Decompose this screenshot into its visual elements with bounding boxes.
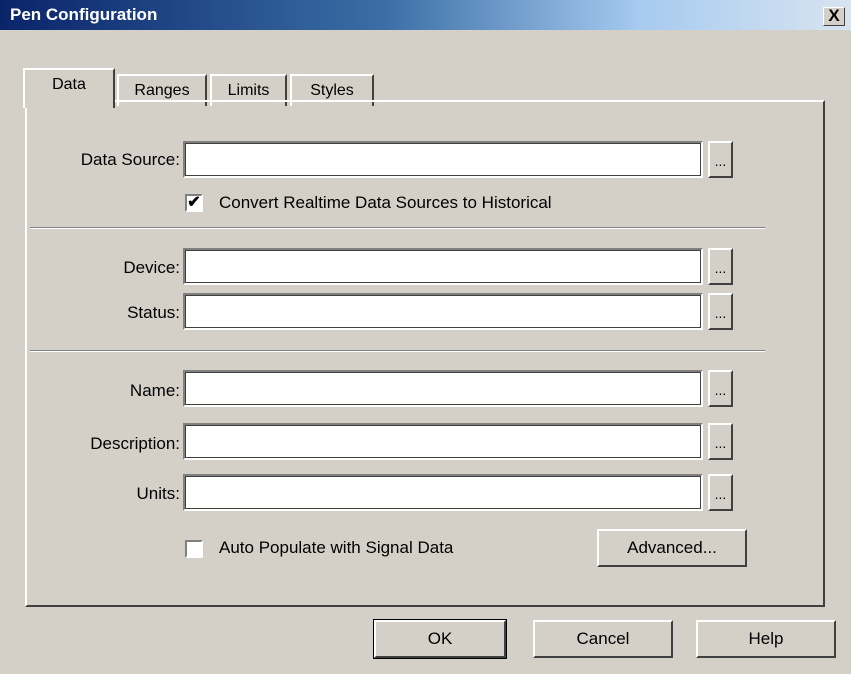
advanced-button[interactable]: Advanced... — [597, 529, 747, 567]
status-label: Status: — [127, 303, 180, 322]
data-source-field[interactable] — [183, 141, 703, 178]
units-field[interactable] — [183, 474, 703, 511]
name-browse-button[interactable]: ... — [708, 370, 733, 407]
auto-populate-label: Auto Populate with Signal Data — [219, 538, 454, 557]
device-field[interactable] — [183, 248, 703, 285]
convert-realtime-checkbox[interactable]: ✔ — [185, 194, 203, 212]
tab-data[interactable]: Data — [23, 68, 115, 108]
convert-realtime-label: Convert Realtime Data Sources to Histori… — [219, 193, 552, 212]
ok-button[interactable]: OK — [373, 619, 507, 659]
status-browse-button[interactable]: ... — [708, 293, 733, 330]
pen-configuration-dialog: Pen Configuration X Data Ranges Limits S… — [0, 0, 851, 674]
name-field[interactable] — [183, 370, 703, 407]
separator — [30, 227, 765, 229]
dialog-title: Pen Configuration — [10, 5, 158, 24]
tab-limits-label: Limits — [227, 82, 270, 99]
name-label: Name: — [129, 381, 180, 400]
close-button[interactable]: X — [823, 7, 845, 26]
cancel-button[interactable]: Cancel — [533, 620, 673, 658]
help-button[interactable]: Help — [696, 620, 836, 658]
status-field[interactable] — [183, 293, 703, 330]
units-label: Units: — [136, 484, 180, 503]
data-source-browse-button[interactable]: ... — [708, 141, 733, 178]
tab-data-label: Data — [52, 76, 86, 93]
tab-styles-label: Styles — [310, 82, 354, 99]
separator — [30, 350, 765, 352]
description-browse-button[interactable]: ... — [708, 423, 733, 460]
description-field[interactable] — [183, 423, 703, 460]
device-label: Device: — [123, 258, 180, 277]
device-browse-button[interactable]: ... — [708, 248, 733, 285]
auto-populate-checkbox[interactable] — [185, 540, 203, 558]
units-browse-button[interactable]: ... — [708, 474, 733, 511]
title-bar: Pen Configuration X — [0, 0, 851, 30]
description-label: Description: — [90, 434, 180, 453]
tab-ranges-label: Ranges — [134, 82, 190, 99]
data-source-label: Data Source: — [80, 150, 180, 169]
